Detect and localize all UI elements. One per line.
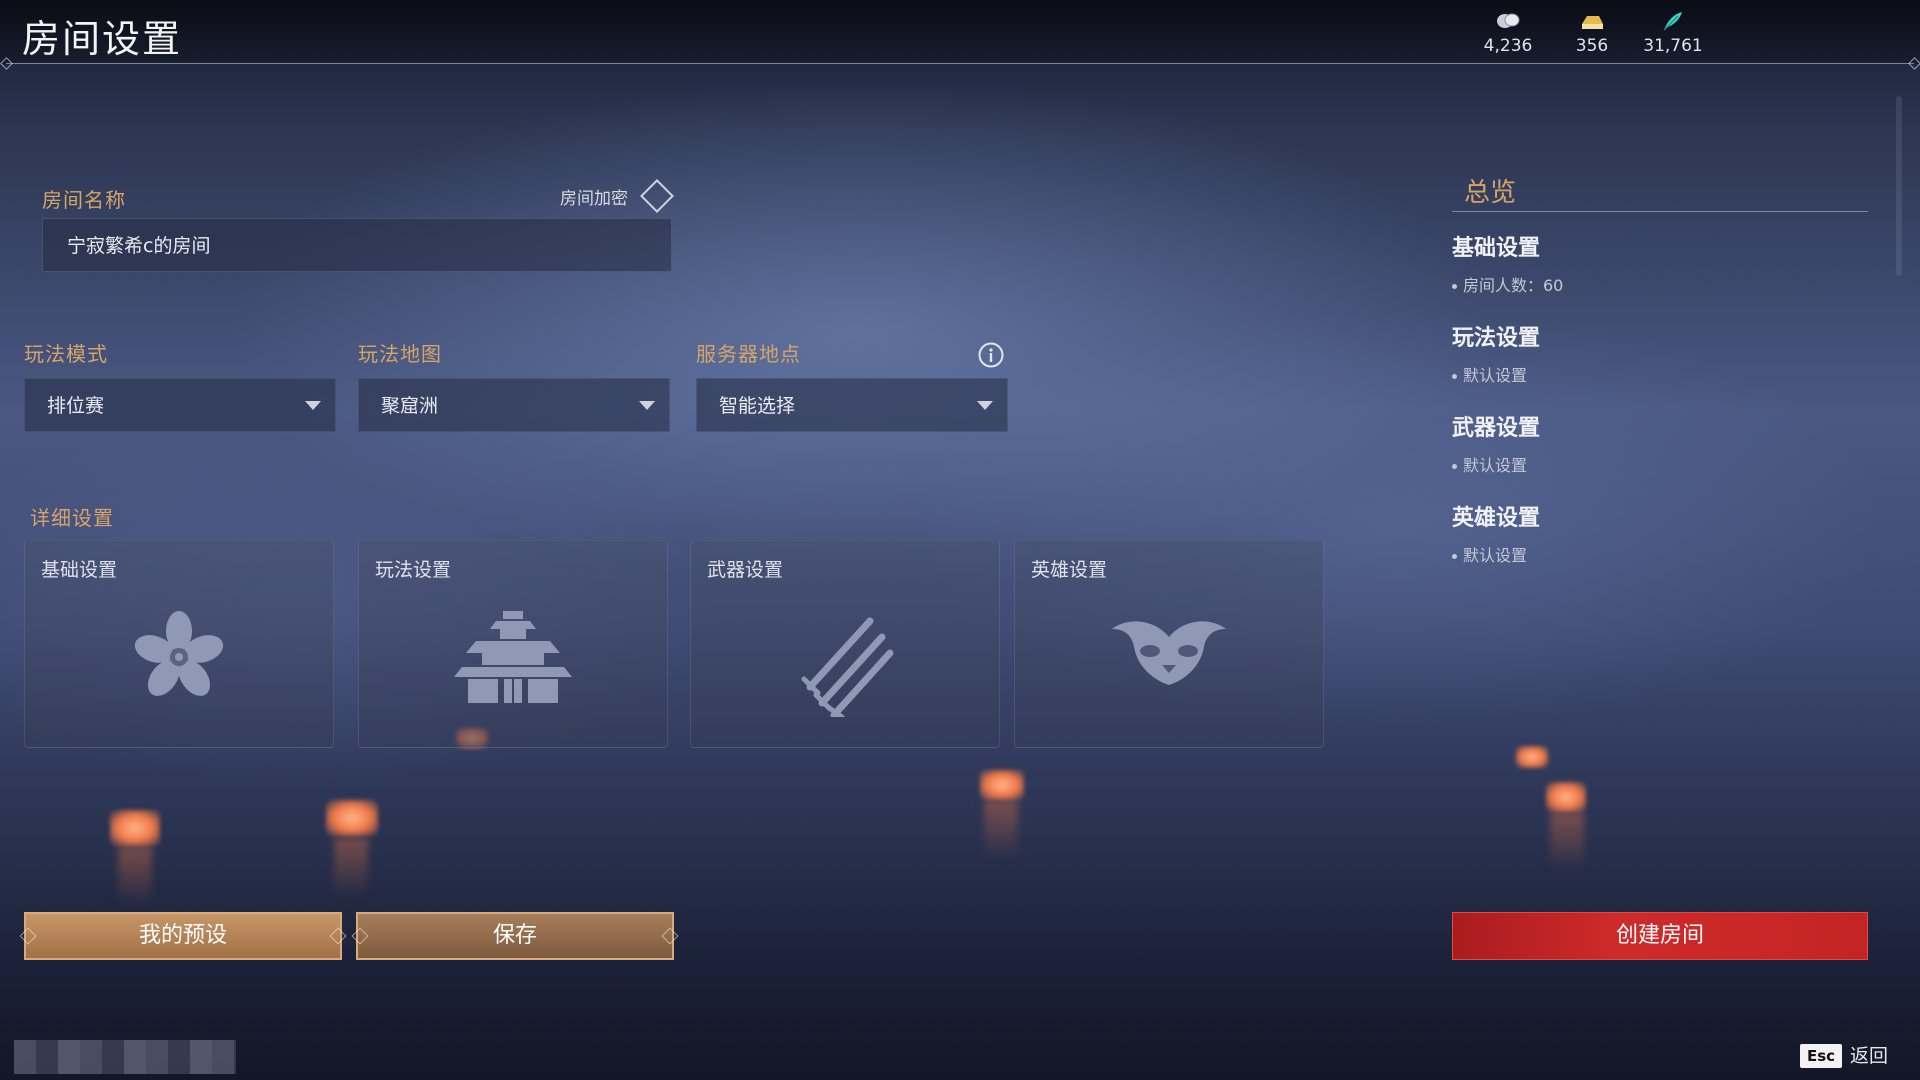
back-label[interactable]: 返回 — [1850, 1044, 1888, 1068]
chevron-down-icon — [977, 401, 993, 410]
details-label: 详细设置 — [30, 506, 114, 530]
my-presets-button[interactable]: 我的预设 — [19, 912, 347, 960]
overview-heading: 基础设置 — [1452, 236, 1541, 261]
overview-scrollbar[interactable] — [1896, 96, 1902, 276]
overview-item: 房间人数：60 — [1452, 272, 1563, 296]
mode-label: 玩法模式 — [24, 342, 108, 366]
room-encrypt-label: 房间加密 — [560, 189, 628, 209]
chevron-down-icon — [305, 401, 321, 410]
flower-icon — [134, 611, 224, 696]
currency-coins-value: 4,236 — [1483, 36, 1533, 56]
card-title: 玩法设置 — [375, 559, 452, 581]
esc-key-hint[interactable]: Esc — [1800, 1044, 1843, 1068]
lantern-light — [110, 810, 160, 846]
save-button[interactable]: 保存 — [351, 912, 679, 960]
button-ornament — [661, 927, 679, 945]
currency-feathers-value: 31,761 — [1643, 36, 1703, 56]
overview-item-text: 房间人数：60 — [1463, 276, 1564, 295]
lantern-light — [1546, 782, 1586, 812]
mask-icon — [1112, 621, 1226, 685]
card-weapon-settings[interactable]: 武器设置 — [690, 540, 1000, 748]
room-name-label: 房间名称 — [42, 188, 126, 212]
overview-heading: 武器设置 — [1452, 416, 1541, 441]
swords-icon — [801, 617, 894, 717]
info-icon[interactable] — [978, 342, 1004, 368]
gold-ingot-icon — [1557, 10, 1627, 34]
lantern-light — [980, 770, 1024, 800]
lantern-reflection — [334, 838, 368, 898]
lantern-reflection — [984, 800, 1018, 860]
room-name-input[interactable]: 宁寂繁希c的房间 — [42, 218, 672, 272]
mode-select-value: 排位赛 — [47, 395, 105, 417]
map-select[interactable]: 聚窟洲 — [358, 378, 670, 432]
card-gameplay-settings[interactable]: 玩法设置 — [358, 540, 668, 748]
card-title: 基础设置 — [41, 559, 118, 581]
mode-select[interactable]: 排位赛 — [24, 378, 336, 432]
overview-title: 总览 — [1464, 178, 1517, 208]
overview-heading: 玩法设置 — [1452, 326, 1541, 351]
lantern-light — [1516, 746, 1548, 768]
overview-item: 默认设置 — [1452, 362, 1527, 386]
currency-ingots-value: 356 — [1575, 36, 1609, 56]
overview-item-text: 默认设置 — [1463, 546, 1528, 565]
my-presets-label: 我的预设 — [138, 923, 227, 948]
button-ornament — [351, 927, 369, 945]
blurred-player-id — [14, 1040, 236, 1074]
server-select-value: 智能选择 — [719, 395, 796, 417]
chevron-down-icon — [639, 401, 655, 410]
bullet-icon — [1452, 464, 1457, 469]
lantern-reflection — [1550, 812, 1584, 872]
map-select-value: 聚窟洲 — [381, 395, 439, 417]
currency-coins: 4,236 — [1473, 10, 1543, 56]
overview-item-text: 默认设置 — [1463, 456, 1528, 475]
card-basic-settings[interactable]: 基础设置 — [24, 540, 334, 748]
lantern-reflection — [118, 846, 152, 906]
page-title: 房间设置 — [22, 17, 183, 61]
overview-divider — [1452, 211, 1868, 212]
currency-ingots: 356 — [1557, 10, 1627, 56]
room-encrypt-checkbox[interactable] — [640, 179, 674, 213]
card-hero-settings[interactable]: 英雄设置 — [1014, 540, 1324, 748]
overview-heading: 英雄设置 — [1452, 506, 1541, 531]
overview-item: 默认设置 — [1452, 542, 1527, 566]
lantern-light — [326, 800, 378, 836]
server-select[interactable]: 智能选择 — [696, 378, 1008, 432]
server-label: 服务器地点 — [696, 342, 801, 366]
button-ornament — [329, 927, 347, 945]
top-bar — [0, 0, 1920, 64]
coin-icon — [1473, 10, 1543, 34]
currency-feathers: 31,761 — [1638, 10, 1708, 56]
feather-icon — [1638, 10, 1708, 34]
bullet-icon — [1452, 554, 1457, 559]
card-title: 武器设置 — [707, 559, 784, 581]
bullet-icon — [1452, 374, 1457, 379]
header-divider — [6, 63, 1914, 64]
overview-item: 默认设置 — [1452, 452, 1527, 476]
card-title: 英雄设置 — [1031, 559, 1108, 581]
bullet-icon — [1452, 284, 1457, 289]
save-label: 保存 — [492, 923, 537, 948]
create-room-button[interactable]: 创建房间 — [1452, 912, 1868, 960]
button-ornament — [19, 927, 37, 945]
pagoda-icon — [454, 611, 572, 703]
overview-item-text: 默认设置 — [1463, 366, 1528, 385]
map-label: 玩法地图 — [358, 342, 442, 366]
